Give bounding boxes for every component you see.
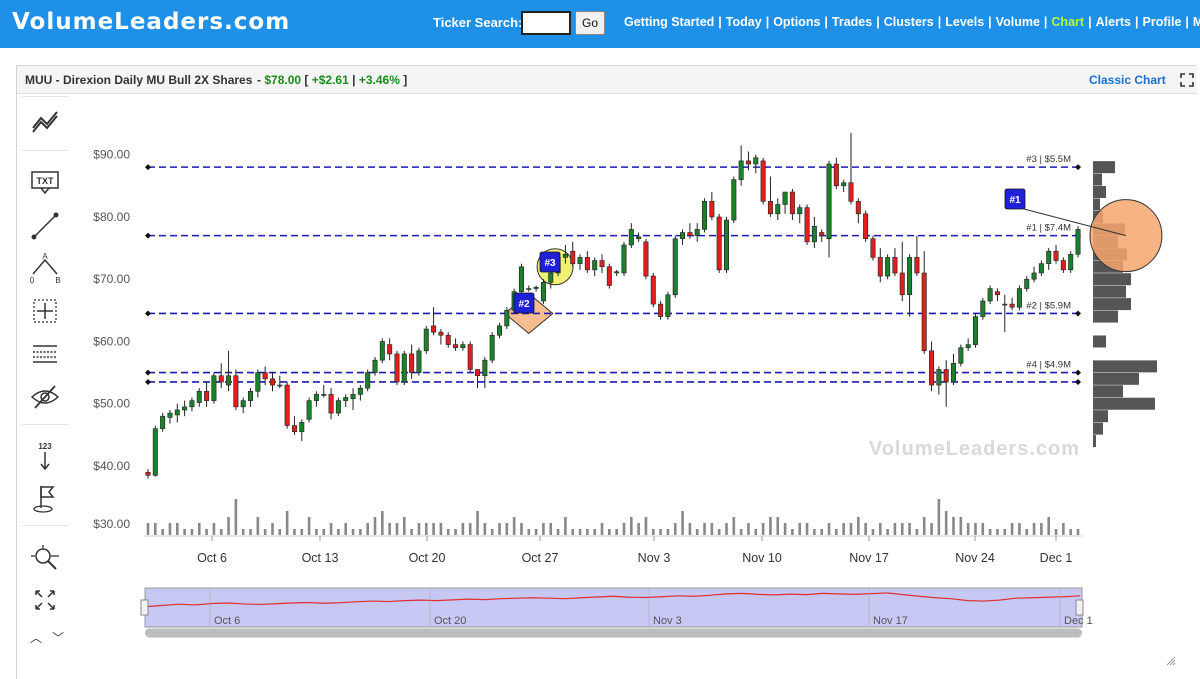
top-nav-bar: VolumeLeaders.com Ticker Search: Go Gett…: [0, 0, 1200, 48]
abcd-label-0: 0: [30, 276, 35, 284]
toolbar-divider: [22, 525, 68, 526]
nav-separator: |: [1185, 15, 1189, 29]
ranking-tool[interactable]: 123: [22, 438, 68, 474]
abcd-label-a: A: [42, 252, 48, 261]
last-price: $78.00: [264, 73, 302, 87]
classic-chart-link[interactable]: Classic Chart: [1089, 73, 1166, 87]
zoom-tool[interactable]: [22, 540, 68, 576]
navigator-scrollbar-thumb[interactable]: [145, 629, 1082, 637]
nav-chart[interactable]: Chart: [1051, 15, 1084, 29]
quote-prefix: -: [257, 73, 261, 87]
security-title: MUU - Direxion Daily MU Bull 2X Shares: [25, 73, 253, 87]
nav-clusters[interactable]: Clusters: [884, 15, 934, 29]
price-change-percent: +3.46%: [358, 73, 400, 87]
trend-line-tool[interactable]: [22, 106, 68, 142]
main-nav: Getting Started | Today | Options | Trades | Clu…: [624, 15, 1200, 29]
nav-separator: |: [1088, 15, 1092, 29]
nav-alerts[interactable]: Alerts: [1096, 15, 1131, 29]
abcd-pattern-tool[interactable]: A 0 B: [22, 250, 68, 286]
nav-separator: |: [937, 15, 942, 29]
crosshair-icon: [33, 299, 57, 323]
hide-drawings-tool[interactable]: [22, 379, 68, 415]
quote-separator: |: [352, 73, 356, 87]
nav-volume[interactable]: Volume: [996, 15, 1040, 29]
nav-separator: |: [824, 15, 828, 29]
chevron-down-icon[interactable]: ﹀: [52, 631, 64, 645]
fullscreen-tool[interactable]: [22, 582, 68, 618]
toolbar-divider: [22, 96, 68, 97]
site-logo[interactable]: VolumeLeaders.com: [12, 9, 290, 35]
ranking-tool-label: 123: [38, 442, 52, 451]
toolbar-divider: [22, 424, 68, 425]
ticker-search-label: Ticker Search:: [433, 15, 523, 30]
nav-getting-started[interactable]: Getting Started: [624, 15, 714, 29]
horizontal-lines-icon: [33, 345, 57, 363]
quote-open-bracket: [: [304, 73, 309, 87]
chart-panel-header: MUU - Direxion Daily MU Bull 2X Shares -…: [17, 66, 1197, 94]
price-change: +$2.61: [311, 73, 349, 87]
flag-tool[interactable]: [22, 480, 68, 516]
flag-icon: [33, 486, 55, 513]
toolbar-collapse-arrows[interactable]: ︿ ﹀: [30, 629, 64, 646]
abcd-label-b: B: [55, 276, 60, 284]
nav-my-subs[interactable]: My Subs: [1193, 15, 1200, 29]
ticker-go-button[interactable]: Go: [575, 11, 605, 35]
crosshair-tool[interactable]: [22, 293, 68, 329]
nav-levels[interactable]: Levels: [945, 15, 984, 29]
line-tool[interactable]: [22, 208, 68, 244]
nav-options[interactable]: Options: [773, 15, 820, 29]
quote-close-bracket: ]: [403, 73, 408, 87]
nav-separator: |: [765, 15, 770, 29]
nav-separator: |: [876, 15, 880, 29]
navigator-scrollbar[interactable]: [145, 628, 1082, 638]
text-tool-icon: TXT: [31, 171, 59, 195]
nav-separator: |: [1135, 15, 1139, 29]
chevron-up-icon[interactable]: ︿: [30, 631, 42, 645]
horizontal-lines-tool[interactable]: [22, 336, 68, 372]
nav-separator: |: [718, 15, 722, 29]
nav-separator: |: [1043, 15, 1048, 29]
abcd-pattern-icon: A 0 B: [30, 252, 61, 284]
resize-grip-icon[interactable]: [1166, 656, 1176, 666]
trend-line-tool-icon: [32, 111, 58, 133]
line-tool-icon: [31, 212, 59, 240]
fullscreen-icon: [35, 590, 55, 610]
zoom-icon: [31, 545, 59, 570]
hide-drawings-icon: [30, 385, 60, 409]
ranking-icon: 123: [38, 442, 52, 471]
text-tool-label: TXT: [37, 176, 55, 186]
chart-panel: MUU - Direxion Daily MU Bull 2X Shares -…: [16, 65, 1197, 679]
nav-today[interactable]: Today: [726, 15, 762, 29]
security-quote: - $78.00 [ +$2.61 | +3.46% ]: [257, 73, 407, 87]
text-tool[interactable]: TXT: [22, 164, 68, 200]
expand-icon[interactable]: [1179, 72, 1195, 88]
nav-profile[interactable]: Profile: [1143, 15, 1182, 29]
ticker-search-input[interactable]: [521, 11, 571, 35]
nav-separator: |: [988, 15, 992, 29]
toolbar-divider: [22, 150, 68, 151]
nav-trades[interactable]: Trades: [832, 15, 872, 29]
